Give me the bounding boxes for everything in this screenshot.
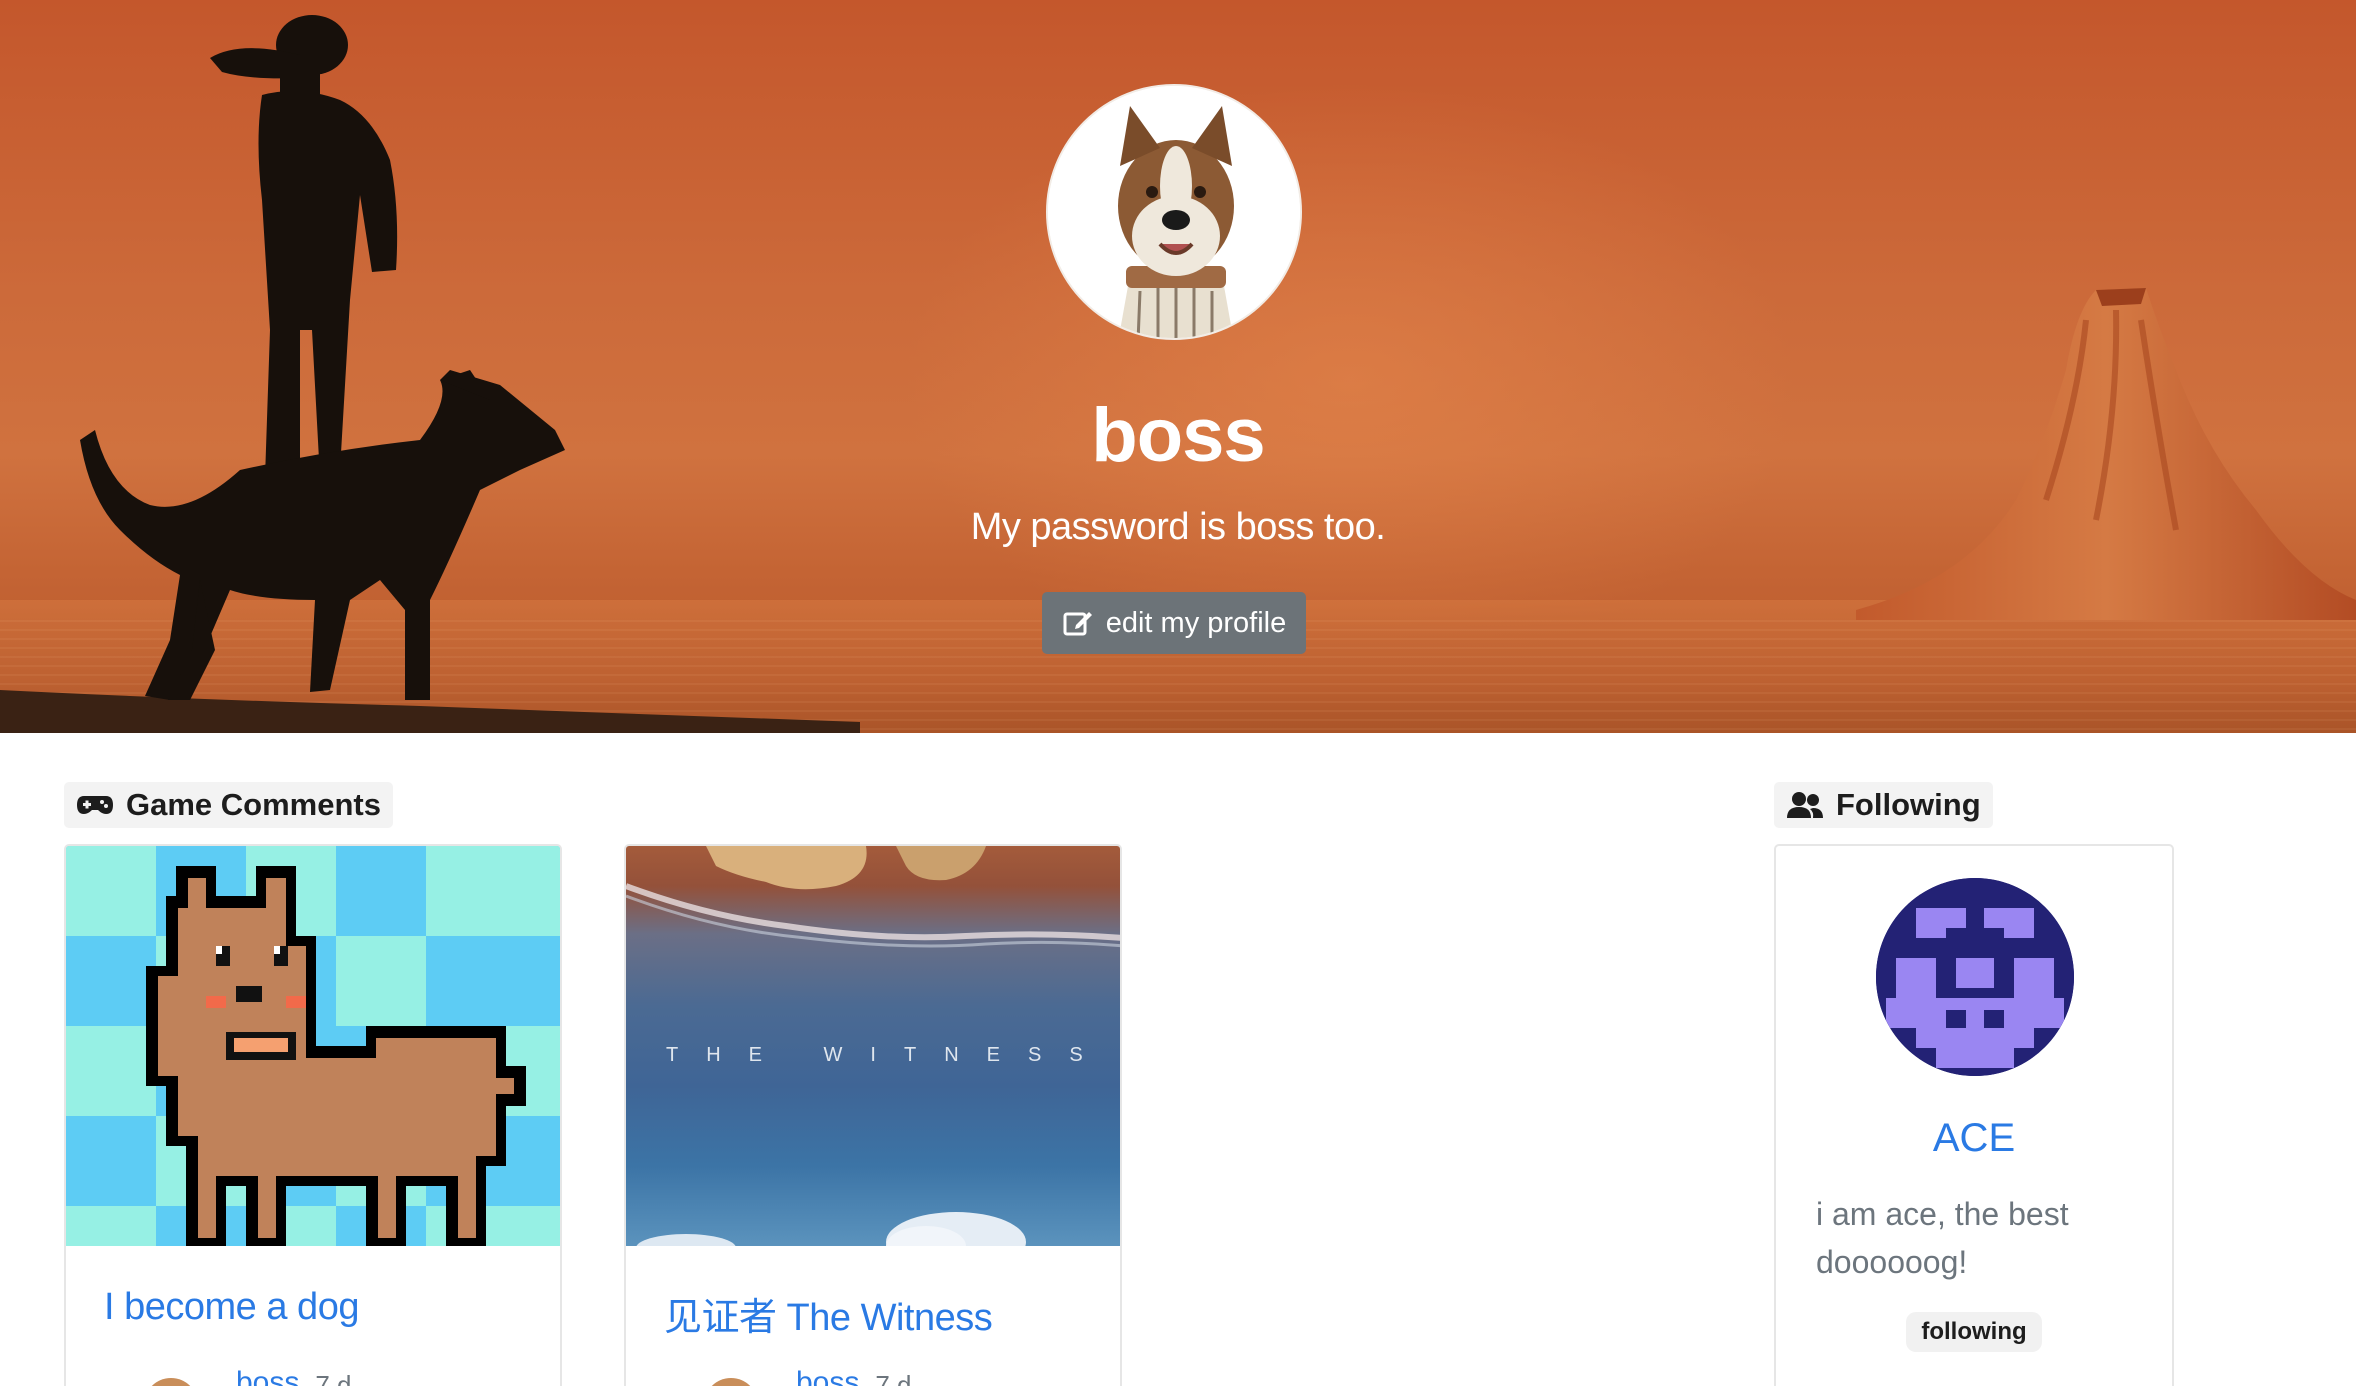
commenter-avatar[interactable] [704, 1378, 758, 1386]
following-title: Following [1836, 787, 1981, 822]
game-cover-witness[interactable]: THE WITNESS [626, 846, 1120, 1246]
edit-icon [1063, 612, 1092, 636]
witness-cover-text: THE WITNESS [666, 1044, 1111, 1066]
boy-dog-silhouette [0, 15, 860, 733]
game-comments-heading: Game Comments [64, 782, 393, 828]
game-comments-title: Game Comments [126, 787, 381, 822]
profile-banner: boss My password is boss too. edit my pr… [0, 0, 2356, 733]
commenter-avatar[interactable] [144, 1378, 198, 1386]
following-heading: Following [1774, 782, 1993, 828]
edit-profile-label: edit my profile [1105, 606, 1287, 639]
game-title-link[interactable]: 见证者 The Witness [664, 1286, 993, 1341]
follow-user-bio: i am ace, the best doooooog! [1816, 1196, 2069, 1280]
profile-avatar[interactable] [1046, 84, 1302, 340]
follow-user-avatar[interactable] [1876, 878, 2074, 1076]
volcano-illustration [1856, 288, 2356, 620]
commenter-name[interactable]: boss [236, 1366, 299, 1386]
comment-time: 7 d [875, 1370, 912, 1386]
edit-profile-button[interactable]: edit my profile [1042, 592, 1306, 654]
pixel-invader-image [1876, 878, 2074, 1076]
comment-meta: boss 7 d [664, 1366, 912, 1386]
gamepad-icon [77, 796, 113, 814]
game-title-link[interactable]: I become a dog [104, 1286, 359, 1329]
users-icon [1787, 792, 1823, 818]
game-cover-dog[interactable] [66, 846, 560, 1246]
following-status-badge[interactable]: following [1906, 1312, 2042, 1352]
commenter-name[interactable]: boss [796, 1366, 859, 1386]
profile-bio: My password is boss too. [970, 506, 1386, 548]
banner-glow [900, 80, 1800, 680]
profile-username: boss [1091, 393, 1265, 478]
game-card[interactable]: THE WITNESS 见证者 The Witness boss 7 d [624, 844, 1122, 1386]
following-user-card[interactable]: ACE i am ace, the best doooooog! followi… [1774, 844, 2174, 1386]
dog-avatar-image [1048, 86, 1300, 338]
comment-meta: boss 7 d [104, 1366, 352, 1386]
follow-user-name[interactable]: ACE [1776, 1116, 2172, 1161]
comment-time: 7 d [315, 1370, 352, 1386]
pixel-dog-image [66, 846, 560, 1246]
game-card[interactable]: I become a dog boss 7 d [64, 844, 562, 1386]
